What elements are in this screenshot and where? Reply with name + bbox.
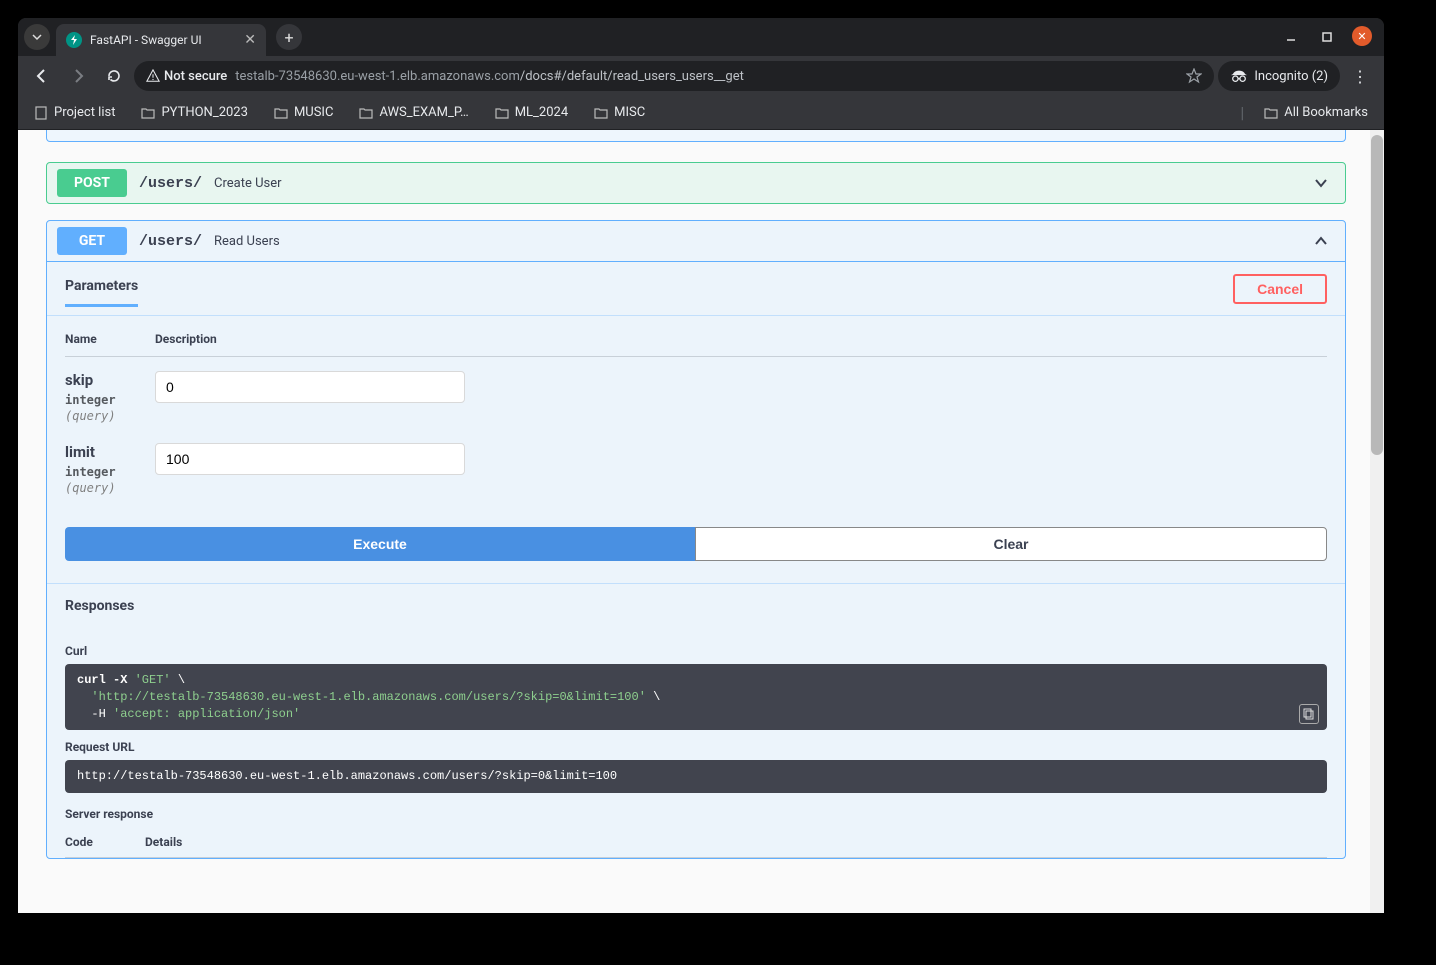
limit-input[interactable] — [155, 443, 465, 475]
folder-icon — [495, 106, 509, 120]
divider: | — [1240, 103, 1244, 122]
omnibox[interactable]: Not secure testalb-73548630.eu-west-1.el… — [134, 61, 1214, 91]
opblock-post-users: POST /users/ Create User — [46, 162, 1346, 204]
opblock-summary[interactable]: GET /users/ Read Users — [47, 221, 1345, 261]
opblock-get-peek — [46, 130, 1346, 142]
skip-input[interactable] — [155, 371, 465, 403]
parameters-table: Name Description skip integer (query) — [47, 316, 1345, 509]
minimize-button[interactable] — [1280, 26, 1302, 48]
close-window-button[interactable]: ✕ — [1352, 26, 1372, 46]
browser-menu-icon[interactable]: ⋮ — [1344, 67, 1376, 86]
new-tab-button[interactable]: + — [276, 24, 302, 50]
opblock-body: Parameters Cancel Name Description skip — [47, 261, 1345, 858]
chevron-down-icon[interactable] — [1313, 175, 1335, 191]
endpoint-path: /users/ — [139, 175, 202, 192]
execute-row: Execute Clear — [47, 509, 1345, 583]
header-description: Description — [155, 332, 217, 346]
not-secure-badge[interactable]: Not secure — [146, 69, 227, 84]
tab-bar: FastAPI - Swagger UI ✕ + ✕ — [18, 18, 1384, 56]
copy-icon[interactable] — [1299, 704, 1319, 724]
tab-search-dropdown[interactable] — [24, 24, 50, 50]
responses-section: Responses Curl curl -X 'GET' \ 'http://t… — [47, 583, 1345, 858]
folder-icon — [141, 106, 155, 120]
bookmark-project-list[interactable]: Project list — [28, 101, 121, 124]
param-row-skip: skip integer (query) — [65, 357, 1327, 429]
reload-button[interactable] — [98, 60, 130, 92]
bookmark-aws-exam[interactable]: AWS_EXAM_P… — [353, 101, 474, 124]
response-table-header: Code Details — [65, 827, 1327, 858]
parameters-tab[interactable]: Parameters — [65, 270, 138, 307]
bookmark-python-2023[interactable]: PYTHON_2023 — [135, 101, 253, 124]
execute-button[interactable]: Execute — [65, 527, 695, 561]
bookmarks-bar: Project list PYTHON_2023 MUSIC AWS_EXAM_… — [18, 96, 1384, 130]
opblock-get-users: GET /users/ Read Users Parameters Cancel — [46, 220, 1346, 859]
method-badge-post: POST — [57, 169, 127, 197]
folder-icon — [359, 106, 373, 120]
chevron-up-icon[interactable] — [1313, 233, 1335, 249]
warning-icon — [146, 69, 160, 83]
endpoint-summary: Read Users — [214, 234, 280, 249]
param-type: integer — [65, 393, 155, 407]
endpoint-path: /users/ — [139, 233, 202, 250]
page-icon — [34, 106, 48, 120]
tab-title: FastAPI - Swagger UI — [90, 33, 236, 47]
table-header: Name Description — [65, 332, 1327, 357]
back-button[interactable] — [26, 60, 58, 92]
folder-icon — [1264, 106, 1278, 120]
folder-icon — [274, 106, 288, 120]
header-details: Details — [145, 835, 182, 849]
browser-tab[interactable]: FastAPI - Swagger UI ✕ — [56, 24, 266, 56]
all-bookmarks-button[interactable]: All Bookmarks — [1258, 101, 1374, 124]
request-url-codebox: http://testalb-73548630.eu-west-1.elb.am… — [65, 760, 1327, 793]
endpoint-summary: Create User — [214, 176, 282, 191]
address-bar: Not secure testalb-73548630.eu-west-1.el… — [18, 56, 1384, 96]
url-host: testalb-73548630.eu-west-1.elb.amazonaws… — [235, 69, 744, 84]
curl-label: Curl — [65, 644, 1327, 658]
bookmark-star-icon[interactable] — [1186, 68, 1202, 84]
not-secure-label: Not secure — [164, 69, 227, 84]
bookmark-music[interactable]: MUSIC — [268, 101, 340, 124]
param-in: (query) — [65, 481, 155, 495]
curl-codebox: curl -X 'GET' \ 'http://testalb-73548630… — [65, 664, 1327, 730]
param-name: limit — [65, 443, 155, 461]
page-viewport: POST /users/ Create User GET /users/ Rea… — [18, 130, 1384, 913]
cancel-button[interactable]: Cancel — [1233, 274, 1327, 304]
tab-close-icon[interactable]: ✕ — [244, 32, 256, 48]
header-name: Name — [65, 332, 155, 346]
param-row-limit: limit integer (query) — [65, 429, 1327, 501]
param-name: skip — [65, 371, 155, 389]
method-badge-get: GET — [57, 227, 127, 255]
incognito-label: Incognito (2) — [1254, 69, 1328, 84]
fastapi-favicon — [66, 32, 82, 48]
bookmark-misc[interactable]: MISC — [588, 101, 651, 124]
folder-icon — [594, 106, 608, 120]
header-code: Code — [65, 835, 145, 849]
clear-button[interactable]: Clear — [695, 527, 1327, 561]
incognito-icon — [1230, 69, 1248, 83]
parameters-tab-header: Parameters Cancel — [47, 262, 1345, 316]
incognito-indicator[interactable]: Incognito (2) — [1218, 61, 1340, 91]
maximize-button[interactable] — [1316, 26, 1338, 48]
scrollbar-thumb[interactable] — [1371, 135, 1383, 455]
server-response-label: Server response — [65, 807, 1327, 821]
param-in: (query) — [65, 409, 155, 423]
bookmark-ml-2024[interactable]: ML_2024 — [489, 101, 574, 124]
request-url-label: Request URL — [65, 740, 1327, 754]
window-controls: ✕ — [1280, 26, 1378, 48]
forward-button[interactable] — [62, 60, 94, 92]
param-type: integer — [65, 465, 155, 479]
responses-header: Responses — [65, 598, 1327, 614]
scrollbar-track[interactable] — [1370, 130, 1384, 913]
opblock-summary[interactable]: POST /users/ Create User — [47, 163, 1345, 203]
